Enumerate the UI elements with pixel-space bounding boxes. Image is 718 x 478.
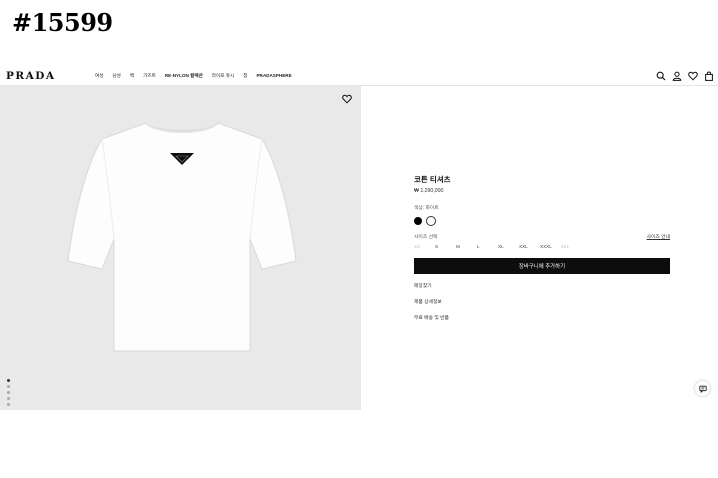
size-option-xl[interactable]: XL xyxy=(498,244,519,249)
size-option-m[interactable]: M xyxy=(456,244,477,249)
product-title: 코튼 티셔츠 xyxy=(414,175,451,184)
size-option-xs[interactable]: XS xyxy=(414,244,435,249)
size-option-xxxl[interactable]: XXXL xyxy=(540,244,561,249)
gallery-dot[interactable] xyxy=(7,403,10,406)
nav-item-lifestyle[interactable]: 라이프 쥬시 xyxy=(212,73,234,79)
size-label: 사이즈 선택 xyxy=(414,235,438,240)
color-swatch-white[interactable] xyxy=(426,216,436,226)
gallery-dot[interactable] xyxy=(7,385,10,388)
nav-item-gifts[interactable]: 가즈트 xyxy=(143,73,156,79)
nav-item-women[interactable]: 여성 xyxy=(95,73,103,79)
chat-button[interactable] xyxy=(695,381,710,396)
product-details-link[interactable]: 제품 상세정보 xyxy=(414,298,670,305)
nav-item-bags[interactable]: 백 xyxy=(130,73,134,79)
chat-icon xyxy=(698,385,707,393)
nav-item-pradasphere[interactable]: PRADASPHERE xyxy=(256,73,291,79)
gallery-pagination xyxy=(7,379,10,406)
product-image-gallery[interactable] xyxy=(0,86,361,410)
product-price: ₩ 1,290,000 xyxy=(414,188,444,194)
color-swatches xyxy=(414,216,670,226)
nav-item-charm[interactable]: 참 xyxy=(243,73,247,79)
gallery-dot[interactable] xyxy=(7,379,10,382)
size-guide-link[interactable]: 사이즈 안내 xyxy=(647,233,670,240)
product-image-tshirt xyxy=(66,119,298,355)
color-swatch-black[interactable] xyxy=(414,217,422,225)
account-icon[interactable] xyxy=(672,71,682,81)
main-nav: 여성 남성 백 가즈트 RE-NYLON 컬렉션 라이프 쥬시 참 PRADAS… xyxy=(95,73,292,79)
find-store-link[interactable]: 매장찾기 xyxy=(414,282,670,289)
bag-icon[interactable] xyxy=(704,71,714,81)
top-navigation-bar: PRADA 여성 남성 백 가즈트 RE-NYLON 컬렉션 라이프 쥬시 참 … xyxy=(0,66,718,86)
size-option-xxl[interactable]: XXL xyxy=(519,244,540,249)
size-options: XS S M L XL XXL XXXL 4XL xyxy=(414,244,670,249)
nav-item-re-nylon[interactable]: RE-NYLON 컬렉션 xyxy=(165,73,203,79)
shipping-returns-link[interactable]: 무료 배송 및 반품 xyxy=(414,314,670,321)
header-tools xyxy=(656,71,714,81)
add-to-cart-button[interactable]: 장바구니에 추가하기 xyxy=(414,258,670,274)
overlay-tag: #15599 xyxy=(12,8,113,37)
search-icon[interactable] xyxy=(656,71,666,81)
color-label: 색상: 화이트 xyxy=(414,206,439,211)
product-info-panel: 코튼 티셔츠 ₩ 1,290,000 색상: 화이트 사이즈 선택 사이즈 안내… xyxy=(414,174,670,321)
gallery-dot[interactable] xyxy=(7,397,10,400)
size-option-4xl[interactable]: 4XL xyxy=(561,244,582,249)
prada-logo[interactable]: PRADA xyxy=(6,70,56,82)
wishlist-icon[interactable] xyxy=(688,71,698,81)
gallery-dot[interactable] xyxy=(7,391,10,394)
nav-item-men[interactable]: 남성 xyxy=(112,73,120,79)
product-links: 매장찾기 제품 상세정보 무료 배송 및 반품 xyxy=(414,282,670,321)
size-row: 사이즈 선택 사이즈 안내 xyxy=(414,233,670,240)
size-option-s[interactable]: S xyxy=(435,244,456,249)
size-option-l[interactable]: L xyxy=(477,244,498,249)
heart-icon[interactable] xyxy=(342,94,352,104)
